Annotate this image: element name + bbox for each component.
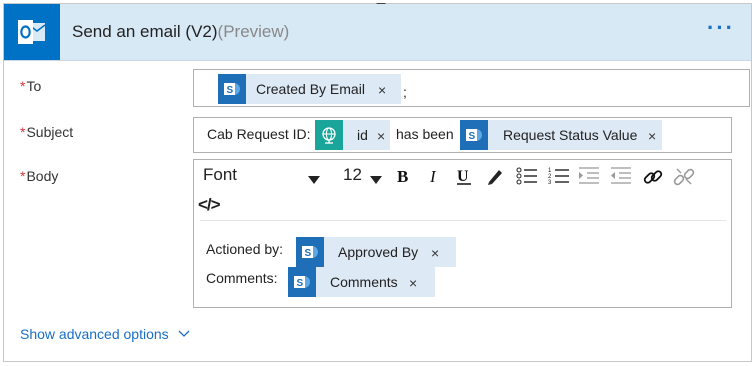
size-dropdown-icon[interactable] <box>370 171 382 189</box>
token-label: Approved By <box>338 244 419 260</box>
sharepoint-icon: S <box>296 237 324 267</box>
sharepoint-icon: S <box>288 267 316 297</box>
action-card: Send an email (V2)(Preview) ··· *To S Cr… <box>3 3 752 362</box>
comments-text: Comments: <box>206 270 278 286</box>
font-select[interactable]: Font <box>203 165 237 185</box>
outlook-icon <box>4 4 60 60</box>
request-status-value-token[interactable]: S Request Status Value × <box>460 120 662 150</box>
highlight-pen-icon[interactable] <box>485 166 505 191</box>
body-label: *Body <box>20 168 58 184</box>
id-token[interactable]: id × <box>315 120 390 150</box>
show-advanced-options-label: Show advanced options <box>20 326 169 342</box>
to-label: *To <box>20 78 41 94</box>
required-asterisk: * <box>20 124 26 140</box>
required-asterisk: * <box>20 78 26 94</box>
subject-label-text: Subject <box>26 124 74 140</box>
action-title: Send an email (V2)(Preview) <box>72 22 289 42</box>
italic-icon[interactable]: I <box>426 167 444 190</box>
insert-link-icon[interactable] <box>642 166 664 193</box>
token-label: Created By Email <box>256 81 365 97</box>
subject-label: *Subject <box>20 124 73 140</box>
comments-token[interactable]: S Comments × <box>288 267 435 297</box>
svg-text:S: S <box>227 85 234 96</box>
sharepoint-icon: S <box>460 120 488 150</box>
required-asterisk: * <box>20 168 26 184</box>
more-options-button[interactable]: ··· <box>707 17 735 39</box>
chevron-down-icon <box>178 330 190 337</box>
remove-link-icon[interactable] <box>673 166 695 193</box>
token-label: Comments <box>330 274 398 290</box>
token-label: Request Status Value <box>503 127 638 143</box>
font-dropdown-icon[interactable] <box>308 171 320 189</box>
remove-token-icon[interactable]: × <box>648 128 656 144</box>
svg-text:S: S <box>297 278 304 289</box>
body-field[interactable]: Font 12 B I U 123 </> Actioned by: S App… <box>193 159 732 308</box>
toolbar-divider <box>200 220 726 221</box>
approved-by-token[interactable]: S Approved By × <box>296 237 456 267</box>
remove-token-icon[interactable]: × <box>378 82 386 98</box>
increase-indent-icon[interactable] <box>578 166 600 191</box>
preview-label: (Preview) <box>217 22 290 41</box>
action-title-text: Send an email (V2) <box>72 22 218 41</box>
font-size-select[interactable]: 12 <box>343 165 362 185</box>
recipient-separator: ; <box>403 84 407 100</box>
decrease-indent-icon[interactable] <box>610 166 632 191</box>
svg-text:B: B <box>397 167 408 185</box>
svg-text:U: U <box>457 168 469 185</box>
show-advanced-options-link[interactable]: Show advanced options <box>20 326 190 342</box>
svg-text:S: S <box>469 131 476 142</box>
svg-text:S: S <box>305 248 312 259</box>
token-label: id <box>357 127 368 143</box>
numbered-list-icon[interactable]: 123 <box>548 166 570 191</box>
globe-icon <box>315 120 343 150</box>
subject-middle-text: has been <box>396 126 454 142</box>
created-by-email-token[interactable]: S Created By Email × <box>218 74 401 104</box>
svg-text:I: I <box>429 167 437 185</box>
subject-field[interactable]: Cab Request ID: id × has been S Request … <box>193 117 732 153</box>
underline-icon[interactable]: U <box>455 166 473 191</box>
body-label-text: Body <box>26 168 59 184</box>
card-header[interactable]: Send an email (V2)(Preview) ··· <box>4 4 751 61</box>
subject-prefix-text: Cab Request ID: <box>207 126 311 142</box>
to-field[interactable]: S Created By Email × ; <box>193 69 750 107</box>
svg-text:3: 3 <box>548 180 552 186</box>
bold-icon[interactable]: B <box>395 167 413 190</box>
bulleted-list-icon[interactable] <box>516 166 538 191</box>
remove-token-icon[interactable]: × <box>431 245 439 261</box>
remove-token-icon[interactable]: × <box>377 128 385 144</box>
actioned-by-text: Actioned by: <box>206 241 284 257</box>
code-view-icon[interactable]: </> <box>198 195 221 215</box>
to-label-text: To <box>26 78 42 94</box>
remove-token-icon[interactable]: × <box>409 275 417 291</box>
sharepoint-icon: S <box>218 74 246 104</box>
